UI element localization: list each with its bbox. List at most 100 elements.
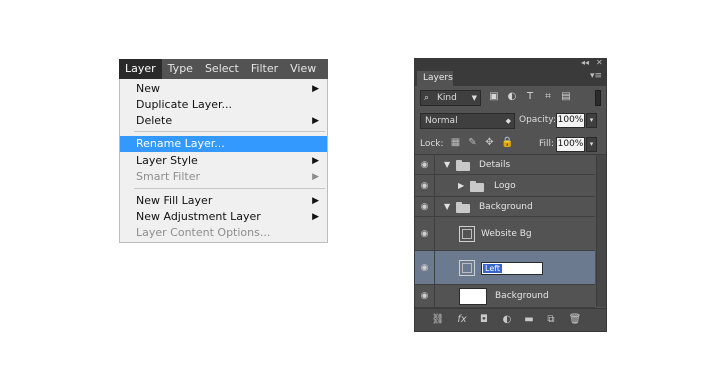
smart-object-filter-icon[interactable]: ▤	[559, 90, 573, 104]
lock-image-icon[interactable]: ✎	[467, 137, 478, 149]
folder-icon	[456, 202, 470, 213]
menu-layer[interactable]: Layer	[119, 59, 162, 79]
menu-bar: Layer Type Select Filter View Wi	[119, 59, 328, 79]
smart-object-thumbnail-icon	[459, 260, 475, 276]
layer-row-background-group[interactable]: ◉ ▼ Background	[415, 197, 595, 217]
menu-separator	[134, 131, 325, 132]
layer-name: Logo	[494, 181, 516, 191]
visibility-eye-icon[interactable]: ◉	[415, 217, 435, 250]
layer-row-logo[interactable]: ◉ ▶ Logo	[415, 175, 595, 197]
link-layers-icon[interactable]: ⛓	[431, 313, 445, 327]
adjustment-filter-icon[interactable]: ◐	[505, 90, 519, 104]
chevron-down-icon: ▼	[471, 94, 477, 102]
tab-layers[interactable]: Layers	[417, 71, 453, 86]
folder-icon	[456, 160, 470, 171]
menu-item-rename-layer[interactable]: Rename Layer...	[120, 136, 327, 152]
menu-item-label: Layer Style	[136, 154, 198, 167]
menu-filter[interactable]: Filter	[245, 59, 284, 79]
expand-triangle-icon[interactable]: ▼	[444, 202, 450, 211]
lock-transparency-icon[interactable]: ▦	[450, 137, 461, 149]
layer-row-background[interactable]: ◉ Background	[415, 285, 595, 308]
rename-layer-input[interactable]: Left	[481, 262, 543, 275]
close-icon[interactable]: ✕	[596, 58, 603, 67]
menu-item-delete[interactable]: Delete ▶	[120, 113, 327, 129]
layer-menu-dropdown: New ▶ Duplicate Layer... Delete ▶ Rename…	[119, 79, 328, 243]
layer-row-details[interactable]: ◉ ▼ Details	[415, 155, 595, 175]
collapse-triangle-icon[interactable]: ▶	[458, 181, 464, 190]
adjustment-layer-icon[interactable]: ◐	[500, 313, 514, 327]
stepper-icon: ◆	[505, 117, 511, 125]
visibility-eye-icon[interactable]: ◉	[415, 197, 435, 216]
menu-type[interactable]: Type	[162, 59, 199, 79]
opacity-label: Opacity:	[519, 115, 556, 125]
menu-select[interactable]: Select	[199, 59, 245, 79]
layers-bottom-toolbar: ⛓ fx ◘ ◐ ▬ ⧉ 🗑	[415, 308, 606, 331]
menu-item-smart-filter: Smart Filter ▶	[120, 169, 327, 185]
layer-name: Background	[479, 202, 533, 212]
panel-title-strip: ◂◂ ✕	[415, 58, 606, 70]
menu-item-label: Layer Content Options...	[136, 226, 271, 239]
kind-filter-select[interactable]: ⌕ Kind ▼	[420, 90, 481, 106]
lock-label: Lock:	[420, 139, 444, 149]
collapse-panel-icon[interactable]: ◂◂	[581, 58, 589, 67]
lock-position-icon[interactable]: ✥	[484, 137, 495, 149]
menu-item-label: Rename Layer...	[136, 137, 225, 150]
layers-scrollbar[interactable]	[596, 155, 606, 307]
lock-all-icon[interactable]: 🔒	[501, 137, 513, 149]
layer-row-website-bg[interactable]: ◉ Website Bg	[415, 217, 595, 251]
blend-mode-select[interactable]: Normal ◆	[420, 113, 515, 129]
blend-row: Normal ◆ Opacity: 100% ▾	[415, 110, 606, 132]
menu-item-new-adjustment-layer[interactable]: New Adjustment Layer ▶	[120, 209, 327, 225]
layer-name: Details	[479, 160, 511, 170]
lock-row: Lock: ▦ ✎ ✥ 🔒 Fill: 100% ▾	[415, 133, 606, 155]
menu-item-label: Smart Filter	[136, 170, 201, 183]
type-filter-icon[interactable]: T	[523, 90, 537, 104]
submenu-arrow-icon: ▶	[312, 156, 319, 166]
menu-separator	[134, 188, 325, 189]
menu-item-label: New Adjustment Layer	[136, 210, 261, 223]
menu-item-label: New	[136, 82, 160, 95]
trash-icon[interactable]: 🗑	[568, 313, 582, 327]
menu-item-label: New Fill Layer	[136, 194, 213, 207]
pixel-filter-icon[interactable]: ▣	[487, 90, 501, 104]
fill-dropdown[interactable]: ▾	[586, 137, 597, 152]
visibility-eye-icon[interactable]: ◉	[415, 251, 435, 284]
visibility-eye-icon[interactable]: ◉	[415, 285, 435, 307]
layer-name: Background	[495, 291, 549, 301]
submenu-arrow-icon: ▶	[312, 212, 319, 222]
new-group-icon[interactable]: ▬	[522, 313, 536, 327]
search-icon: ⌕	[424, 93, 430, 103]
kind-filter-label: Kind	[437, 93, 457, 103]
menu-item-label: Delete	[136, 114, 173, 127]
panel-menu-icon[interactable]: ▾≡	[590, 71, 602, 81]
submenu-arrow-icon: ▶	[312, 116, 319, 126]
submenu-arrow-icon: ▶	[312, 84, 319, 94]
opacity-input[interactable]: 100%	[556, 113, 585, 128]
menu-item-new[interactable]: New ▶	[120, 81, 327, 97]
menu-item-duplicate-layer[interactable]: Duplicate Layer...	[120, 97, 327, 113]
menu-view[interactable]: View	[284, 59, 322, 79]
menu-item-new-fill-layer[interactable]: New Fill Layer ▶	[120, 193, 327, 209]
fx-icon[interactable]: fx	[455, 313, 469, 327]
layer-row-left-selected[interactable]: ◉ Left	[415, 251, 595, 285]
panel-tab-row: Layers ▾≡	[415, 70, 606, 86]
folder-icon	[470, 181, 484, 192]
opacity-dropdown[interactable]: ▾	[586, 113, 597, 128]
menu-item-layer-style[interactable]: Layer Style ▶	[120, 153, 327, 169]
layer-name: Website Bg	[481, 229, 532, 239]
add-mask-icon[interactable]: ◘	[477, 313, 491, 327]
shape-filter-icon[interactable]: ⌗	[541, 90, 555, 104]
menu-window[interactable]: Wi	[322, 59, 328, 79]
expand-triangle-icon[interactable]: ▼	[444, 160, 450, 169]
smart-object-thumbnail-icon	[459, 226, 475, 242]
submenu-arrow-icon: ▶	[312, 172, 319, 182]
filter-toggle[interactable]	[595, 90, 601, 106]
visibility-eye-icon[interactable]: ◉	[415, 175, 435, 196]
filter-row: ⌕ Kind ▼ ▣ ◐ T ⌗ ▤	[415, 87, 606, 109]
visibility-eye-icon[interactable]: ◉	[415, 155, 435, 174]
layer-thumbnail	[459, 288, 487, 305]
fill-input[interactable]: 100%	[556, 137, 585, 152]
menu-item-label: Duplicate Layer...	[136, 98, 233, 111]
new-layer-icon[interactable]: ⧉	[544, 313, 558, 327]
blend-mode-value: Normal	[425, 116, 458, 126]
